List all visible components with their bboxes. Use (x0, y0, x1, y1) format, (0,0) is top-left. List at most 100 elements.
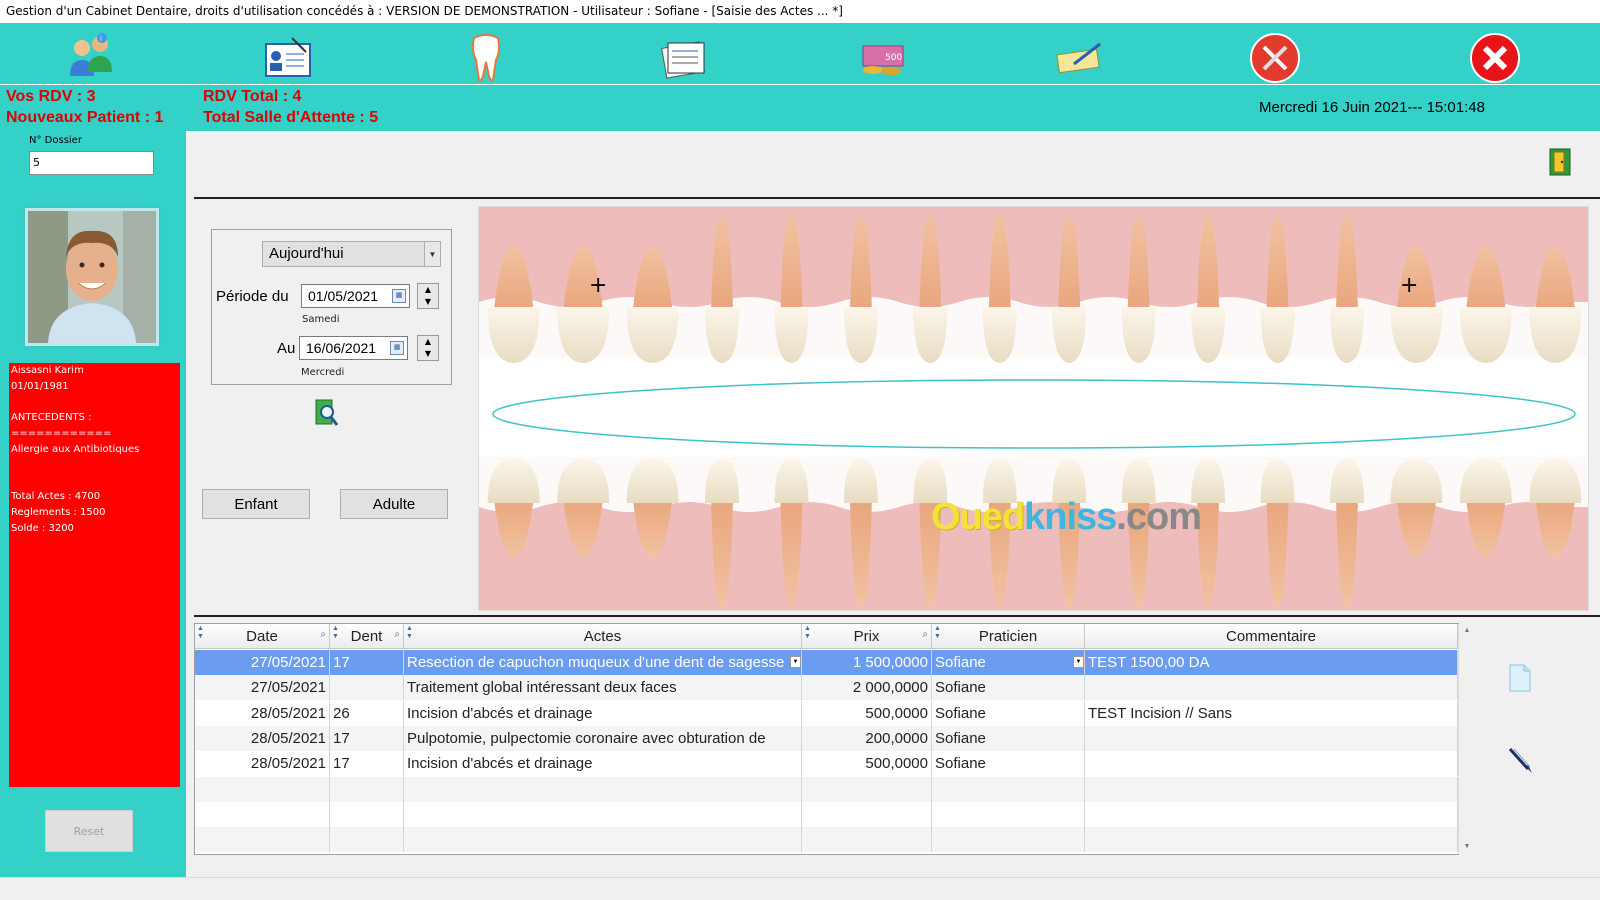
cell-dent[interactable] (330, 827, 404, 853)
payments-icon[interactable] (1050, 29, 1110, 87)
adulte-button[interactable]: Adulte (340, 489, 448, 519)
dossier-icon[interactable] (258, 29, 318, 87)
cell-date[interactable] (195, 776, 330, 802)
new-document-icon[interactable] (1508, 663, 1532, 693)
reset-button[interactable]: Reset (45, 810, 133, 852)
cell-prix[interactable]: 200,0000 (802, 725, 932, 751)
cell-date[interactable]: 27/05/2021 (195, 650, 330, 675)
cell-date[interactable]: 28/05/2021 (195, 725, 330, 751)
cell-praticien[interactable] (932, 827, 1085, 853)
enfant-button[interactable]: Enfant (202, 489, 310, 519)
cell-acte[interactable] (404, 776, 802, 802)
cell-dent[interactable] (330, 801, 404, 827)
cell-prix[interactable] (802, 776, 932, 802)
cell-praticien[interactable] (932, 776, 1085, 802)
cell-date[interactable]: 28/05/2021 (195, 700, 330, 726)
scroll-down-icon[interactable]: ▼ (1459, 840, 1475, 854)
sort-icon[interactable]: ▲ ▼ (804, 625, 811, 641)
cell-commentaire[interactable] (1085, 776, 1458, 802)
date-from-input[interactable]: 01/05/2021 ▦ (301, 284, 410, 308)
table-row[interactable]: 28/05/2021 17 Pulpotomie, pulpectomie coro… (195, 725, 1458, 751)
tooth-icon[interactable] (456, 29, 516, 87)
cell-dent[interactable]: 26 (330, 700, 404, 726)
edit-pen-icon[interactable] (1506, 745, 1536, 775)
chevron-down-icon[interactable]: ▼ (1073, 656, 1084, 668)
table-row[interactable]: 28/05/2021 17 Incision d'abcés et drainage… (195, 751, 1458, 777)
cell-commentaire[interactable] (1085, 827, 1458, 853)
spinner-down-icon[interactable]: ▼ (418, 348, 438, 360)
sort-icon[interactable]: ▲ ▼ (197, 625, 204, 641)
cell-acte[interactable]: Incision d'abcés et drainage (404, 751, 802, 777)
cell-date[interactable]: 28/05/2021 (195, 751, 330, 777)
table-row[interactable]: 27/05/2021 17 Resection de capuchon muqueu… (195, 650, 1458, 675)
cell-prix[interactable]: 500,0000 (802, 751, 932, 777)
column-header-date[interactable]: ▲ ▼ Date ⌕ (195, 624, 330, 649)
column-header-prix[interactable]: ▲ ▼ Prix ⌕ (802, 624, 932, 649)
actes-table[interactable]: ▲ ▼ Date ⌕ ▲ ▼ Dent ⌕ ▲ ▼ Actes ▲ ▼ Prix ⌕ ▲ ▼ Pratic… (194, 623, 1474, 855)
close-icon[interactable] (1465, 29, 1525, 87)
cell-dent[interactable] (330, 675, 404, 701)
column-search-icon[interactable]: ⌕ (320, 630, 326, 640)
tools-icon[interactable] (1245, 29, 1305, 87)
column-header-commentaire[interactable]: Commentaire (1085, 624, 1458, 649)
column-header-praticien[interactable]: ▲ ▼ Praticien (932, 624, 1085, 649)
cell-prix[interactable] (802, 801, 932, 827)
cell-commentaire[interactable] (1085, 751, 1458, 777)
sort-icon[interactable]: ▲ ▼ (332, 625, 339, 641)
cell-acte[interactable] (404, 801, 802, 827)
sort-icon[interactable]: ▲ ▼ (934, 625, 941, 641)
column-search-icon[interactable]: ⌕ (394, 630, 400, 640)
cell-acte[interactable]: Pulpotomie, pulpectomie coronaire avec o… (404, 725, 802, 751)
column-search-icon[interactable]: ⌕ (922, 630, 928, 640)
cell-prix[interactable]: 1 500,0000 (802, 650, 932, 675)
cell-date[interactable]: 27/05/2021 (195, 675, 330, 701)
cell-praticien[interactable]: Sofiane (932, 675, 1085, 701)
spinner-up-icon[interactable]: ▲ (418, 284, 438, 296)
cell-acte[interactable] (404, 827, 802, 853)
cell-commentaire[interactable]: TEST 1500,00 DA (1085, 650, 1458, 675)
cell-praticien[interactable]: Sofiane (932, 650, 1085, 675)
period-select[interactable]: Aujourd'hui ▼ (262, 241, 441, 267)
cell-commentaire[interactable]: TEST Incision // Sans (1085, 700, 1458, 726)
cell-prix[interactable]: 500,0000 (802, 700, 932, 726)
cell-prix[interactable] (802, 827, 932, 853)
dental-chart[interactable]: + + Ouedkniss.com (478, 206, 1589, 611)
cell-commentaire[interactable] (1085, 801, 1458, 827)
sort-icon[interactable]: ▲ ▼ (406, 625, 413, 641)
dossier-input[interactable]: 5 (29, 151, 154, 175)
table-scrollbar[interactable]: ▲ ▼ (1458, 624, 1474, 854)
date-from-spinner[interactable]: ▲ ▼ (417, 283, 439, 309)
table-row[interactable]: 28/05/2021 26 Incision d'abcés et drainage… (195, 700, 1458, 726)
cell-commentaire[interactable] (1085, 725, 1458, 751)
spinner-up-icon[interactable]: ▲ (418, 336, 438, 348)
cell-acte[interactable]: Traitement global intéressant deux faces (404, 675, 802, 701)
cell-dropdown[interactable]: ▼ (788, 650, 802, 675)
scroll-up-icon[interactable]: ▲ (1459, 624, 1475, 638)
column-header-actes[interactable]: ▲ ▼ Actes (404, 624, 802, 649)
search-icon[interactable] (313, 398, 339, 428)
chevron-down-icon[interactable]: ▼ (424, 242, 440, 266)
money-icon[interactable]: 500 (853, 29, 913, 87)
cell-dent[interactable]: 17 (330, 725, 404, 751)
cell-dent[interactable] (330, 776, 404, 802)
cell-dent[interactable]: 17 (330, 751, 404, 777)
cell-commentaire[interactable] (1085, 675, 1458, 701)
cell-praticien[interactable]: Sofiane (932, 700, 1085, 726)
chevron-down-icon[interactable]: ▼ (790, 656, 801, 668)
calendar-icon[interactable]: ▦ (392, 289, 406, 303)
table-row[interactable]: 27/05/2021 Traitement global intéressant … (195, 675, 1458, 701)
cell-dropdown[interactable]: ▼ (1071, 650, 1085, 675)
cell-dent[interactable]: 17 (330, 650, 404, 675)
cell-date[interactable] (195, 827, 330, 853)
cell-acte[interactable]: Incision d'abcés et drainage (404, 700, 802, 726)
patients-icon[interactable]: i (62, 29, 122, 87)
calendar-icon[interactable]: ▦ (390, 341, 404, 355)
cell-praticien[interactable] (932, 801, 1085, 827)
exit-door-icon[interactable] (1549, 148, 1571, 176)
column-header-dent[interactable]: ▲ ▼ Dent ⌕ (330, 624, 404, 649)
cell-prix[interactable]: 2 000,0000 (802, 675, 932, 701)
date-to-spinner[interactable]: ▲ ▼ (417, 335, 439, 361)
documents-icon[interactable] (654, 29, 714, 87)
cell-date[interactable] (195, 801, 330, 827)
cell-praticien[interactable]: Sofiane (932, 725, 1085, 751)
